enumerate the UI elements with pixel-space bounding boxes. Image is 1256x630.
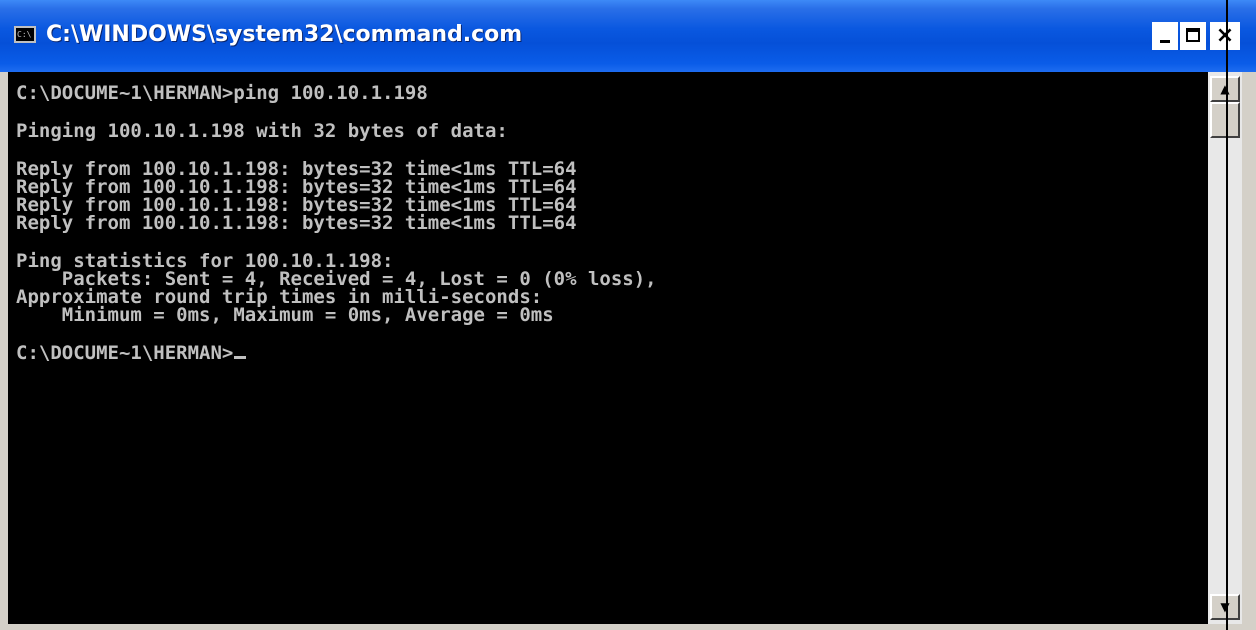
console-output-area[interactable]: C:\DOCUME~1\HERMAN>ping 100.10.1.198 Pin… [8, 72, 1208, 624]
console-app-icon[interactable]: C:\ [14, 26, 36, 43]
maximize-button[interactable] [1180, 22, 1206, 50]
title-bar[interactable]: C:\ C:\WINDOWS\system32\command.com × [0, 0, 1256, 72]
close-button[interactable]: × [1210, 22, 1240, 50]
console-line: C:\DOCUME~1\HERMAN>ping 100.10.1.198 [16, 82, 428, 104]
arrow-down-icon: ▼ [1220, 600, 1230, 614]
scroll-down-button[interactable]: ▼ [1210, 594, 1240, 620]
close-icon: × [1215, 23, 1235, 48]
console-app-icon-text: C:\ [17, 30, 32, 39]
scroll-thumb[interactable] [1210, 102, 1240, 138]
window-bottom-border [0, 624, 1256, 630]
minimize-button[interactable] [1152, 22, 1178, 50]
console-line: C:\DOCUME~1\HERMAN> [16, 344, 657, 363]
console-line: Reply from 100.10.1.198: bytes=32 time<1… [16, 212, 577, 234]
maximize-icon [1186, 28, 1200, 42]
arrow-up-icon: ▲ [1220, 82, 1230, 96]
minimize-icon [1160, 40, 1170, 43]
console-window: C:\ C:\WINDOWS\system32\command.com × C:… [0, 0, 1256, 630]
overlay-vertical-line [1226, 0, 1228, 630]
console-line: Minimum = 0ms, Maximum = 0ms, Average = … [16, 304, 554, 326]
text-cursor [234, 356, 247, 359]
window-title: C:\WINDOWS\system32\command.com [46, 22, 523, 47]
scroll-up-button[interactable]: ▲ [1210, 76, 1240, 102]
console-text: C:\DOCUME~1\HERMAN>ping 100.10.1.198 Pin… [16, 82, 657, 363]
vertical-scrollbar[interactable]: ▲ ▼ [1208, 72, 1242, 624]
console-line: Pinging 100.10.1.198 with 32 bytes of da… [16, 120, 508, 142]
